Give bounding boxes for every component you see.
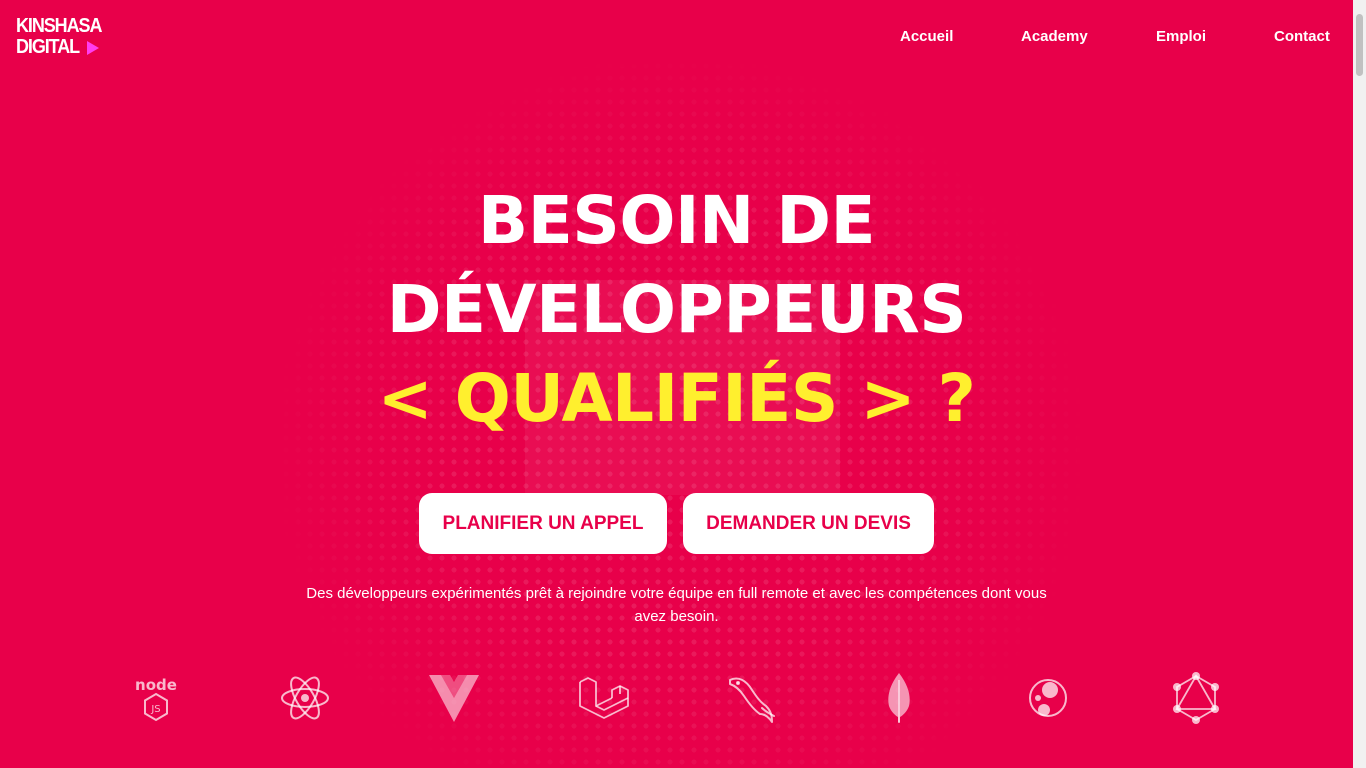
hero-line-2: DÉVELOPPEURS bbox=[386, 271, 967, 348]
nodejs-icon: node JS bbox=[128, 670, 184, 726]
nav-contact[interactable]: Contact bbox=[1274, 28, 1330, 45]
nav-emploi[interactable]: Emploi bbox=[1156, 28, 1206, 45]
svg-text:JS: JS bbox=[150, 704, 160, 715]
react-icon bbox=[277, 670, 333, 726]
svg-text:node: node bbox=[135, 676, 177, 694]
hero-line-3: < QUALIFIÉS > ? bbox=[377, 360, 976, 437]
scrollbar-thumb[interactable] bbox=[1356, 14, 1363, 76]
hero-description: Des développeurs expérimentés prêt à rej… bbox=[306, 585, 1047, 625]
schedule-call-button[interactable]: PLANIFIER UN APPEL bbox=[419, 493, 667, 554]
request-quote-button[interactable]: DEMANDER UN DEVIS bbox=[683, 493, 934, 554]
mongodb-icon bbox=[871, 670, 927, 726]
nav-accueil[interactable]: Accueil bbox=[900, 28, 953, 45]
graphql-icon bbox=[1168, 670, 1224, 726]
page-scrollbar[interactable] bbox=[1353, 0, 1366, 768]
laravel-icon bbox=[575, 670, 631, 726]
hero-title: BESOIN DE DÉVELOPPEURS < QUALIFIÉS > ? bbox=[0, 176, 1353, 443]
mysql-icon bbox=[724, 670, 780, 726]
main-nav: Accueil Academy Emploi Contact bbox=[0, 28, 1353, 48]
vue-icon bbox=[426, 670, 482, 726]
hero-line-1: BESOIN DE bbox=[477, 182, 876, 259]
apollo-icon bbox=[1020, 670, 1076, 726]
nav-academy[interactable]: Academy bbox=[1021, 28, 1088, 45]
